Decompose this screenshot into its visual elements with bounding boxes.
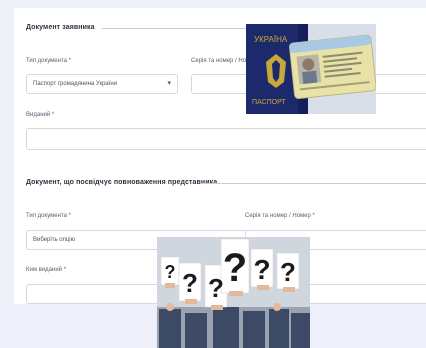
- question-mark-icon: ?: [208, 273, 224, 303]
- question-marks-photo-image: ? ? ? ? ? ?: [157, 237, 310, 348]
- doc-type-select[interactable]: Паспорт громадянина України: [26, 74, 178, 94]
- rep-doc-type-label: Тип документа *: [26, 213, 71, 219]
- section-divider: [200, 183, 426, 184]
- question-mark-icon: ?: [165, 262, 176, 282]
- question-mark-icon: ?: [280, 257, 296, 287]
- passport-cover-word: ПАСПОРТ: [252, 99, 286, 106]
- issued-label: Виданий *: [26, 112, 55, 118]
- passport-photo-image: УКРАЇНА ПАСПОРТ: [246, 24, 376, 114]
- rep-series-number-label: Серія та номер / Номер *: [245, 213, 315, 219]
- question-mark-icon: ?: [223, 246, 247, 290]
- question-mark-icon: ?: [182, 268, 198, 298]
- rep-issued-by-label: Ким виданий *: [26, 267, 67, 273]
- section-divider: [102, 28, 252, 29]
- passport-cover-country: УКРАЇНА: [254, 35, 288, 44]
- section-title-representative-document: Документ, що посвідчує повноваження пред…: [26, 179, 218, 186]
- doc-type-label: Тип документа *: [26, 58, 71, 64]
- section-title-applicant-document: Документ заявника: [26, 24, 95, 31]
- issued-input[interactable]: [26, 128, 426, 150]
- question-mark-icon: ?: [253, 254, 270, 285]
